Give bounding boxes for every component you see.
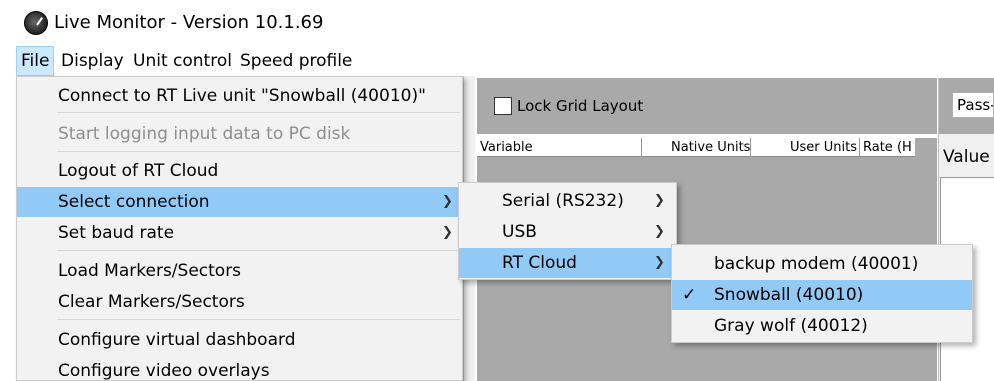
menu-item-configure-dashboard[interactable]: Configure virtual dashboard	[17, 325, 462, 355]
menu-item-label: RT Cloud	[502, 253, 577, 273]
column-divider[interactable]	[859, 138, 860, 157]
column-divider[interactable]	[641, 138, 642, 157]
menu-item-gray-wolf[interactable]: Gray wolf (40012)	[672, 311, 972, 341]
menu-item-label: Clear Markers/Sectors	[58, 292, 245, 312]
menu-file[interactable]: File	[16, 46, 55, 76]
chevron-right-icon: ❯	[654, 224, 665, 239]
menu-item-backup-modem[interactable]: backup modem (40001)	[672, 249, 972, 279]
variable-table-header: Variable Native Units User Units Rate (H	[477, 138, 915, 157]
pass-button[interactable]: Pass-	[952, 92, 994, 118]
menu-item-label: USB	[502, 222, 537, 242]
menu-item-start-logging[interactable]: Start logging input data to PC disk	[17, 119, 462, 149]
column-divider[interactable]	[750, 138, 751, 157]
connection-submenu: Serial (RS232) ❯ USB ❯ RT Cloud ❯	[458, 182, 677, 280]
menu-item-label: Configure virtual dashboard	[58, 330, 296, 350]
menu-item-label: Gray wolf (40012)	[714, 316, 868, 336]
menu-item-label: Configure video overlays	[58, 361, 270, 381]
column-native-units[interactable]: Native Units	[671, 139, 750, 156]
menu-item-label: backup modem (40001)	[714, 254, 919, 274]
chevron-right-icon: ❯	[654, 193, 665, 208]
menu-item-serial[interactable]: Serial (RS232) ❯	[459, 186, 676, 216]
menu-item-configure-video[interactable]: Configure video overlays	[17, 356, 462, 381]
menu-item-usb[interactable]: USB ❯	[459, 217, 676, 247]
column-rate[interactable]: Rate (H	[863, 139, 912, 156]
lock-grid-label: Lock Grid Layout	[517, 97, 644, 115]
menu-item-snowball[interactable]: ✓ Snowball (40010)	[672, 280, 972, 310]
menu-item-clear-markers[interactable]: Clear Markers/Sectors	[17, 287, 462, 317]
menu-item-label: Load Markers/Sectors	[58, 261, 242, 281]
rt-cloud-submenu: backup modem (40001) ✓ Snowball (40010) …	[671, 244, 973, 343]
menu-item-label: Logout of RT Cloud	[58, 161, 219, 181]
menu-item-label: Snowball (40010)	[714, 285, 864, 305]
menu-bar: File Display Unit control Speed profile	[0, 46, 994, 76]
window-title: Live Monitor - Version 10.1.69	[54, 12, 324, 33]
chevron-right-icon: ❯	[442, 225, 453, 240]
menu-display[interactable]: Display	[57, 46, 128, 76]
title-bar: Live Monitor - Version 10.1.69	[0, 0, 994, 46]
menu-item-load-markers[interactable]: Load Markers/Sectors	[17, 256, 462, 286]
menu-item-connect[interactable]: Connect to RT Live unit "Snowball (40010…	[17, 81, 462, 111]
menu-unit-control[interactable]: Unit control	[129, 46, 236, 76]
checkmark-icon: ✓	[682, 285, 697, 305]
menu-item-label: Start logging input data to PC disk	[58, 124, 351, 144]
menu-item-label: Connect to RT Live unit "Snowball (40010…	[58, 86, 426, 106]
menu-item-select-connection[interactable]: Select connection ❯	[17, 187, 462, 217]
menu-item-label: Set baud rate	[58, 223, 175, 243]
chevron-right-icon: ❯	[654, 255, 665, 270]
menu-separator	[57, 250, 460, 251]
menu-separator	[57, 151, 460, 152]
menu-item-logout[interactable]: Logout of RT Cloud	[17, 156, 462, 186]
column-variable[interactable]: Variable	[480, 139, 533, 156]
chevron-right-icon: ❯	[442, 194, 453, 209]
menu-item-rt-cloud[interactable]: RT Cloud ❯	[459, 248, 676, 278]
app-logo-icon	[24, 11, 48, 35]
menu-separator	[57, 319, 460, 320]
menu-item-label: Select connection	[58, 192, 210, 212]
menu-item-set-baud-rate[interactable]: Set baud rate ❯	[17, 218, 462, 248]
value-label: Value	[943, 147, 990, 167]
column-user-units[interactable]: User Units	[790, 139, 857, 156]
menu-item-label: Serial (RS232)	[502, 191, 624, 211]
menu-separator	[57, 112, 460, 113]
lock-grid-checkbox[interactable]	[494, 97, 512, 115]
menu-speed-profile[interactable]: Speed profile	[236, 46, 356, 76]
file-menu: Connect to RT Live unit "Snowball (40010…	[16, 76, 463, 381]
